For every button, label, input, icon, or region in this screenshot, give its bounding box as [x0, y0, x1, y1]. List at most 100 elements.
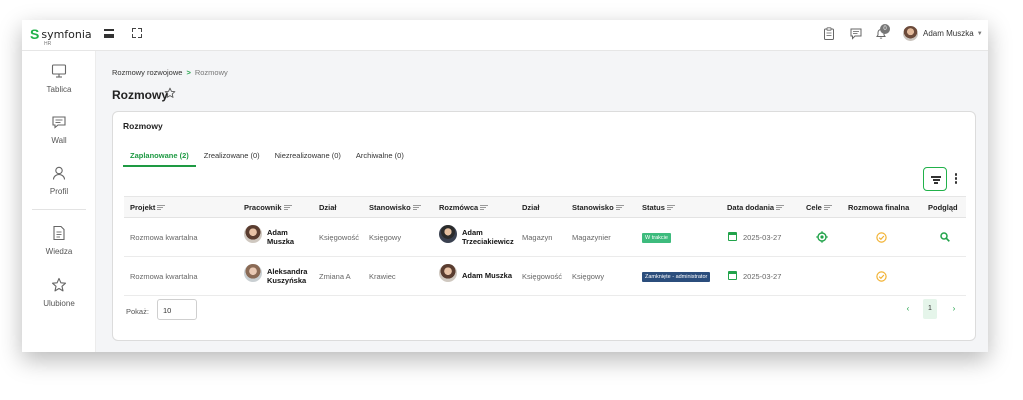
column-header-stanowisko[interactable]: Stanowisko	[369, 203, 421, 212]
column-header-rozmowa-finalna: Rozmowa finalna	[848, 203, 910, 212]
breadcrumb: Rozmowy rozwojowe > Rozmowy	[112, 68, 228, 77]
current-page-button[interactable]: 1	[923, 299, 937, 319]
check-circle-icon	[876, 232, 887, 243]
sidebar-item-profil[interactable]: Profil	[22, 165, 96, 196]
top-bar: S symfonia HR 0 Adam Muszka ▼	[22, 20, 988, 51]
sidebar-item-ulubione[interactable]: Ulubione	[22, 277, 96, 308]
star-icon	[51, 277, 67, 292]
tab-archiwalne[interactable]: Archiwalne (0)	[349, 147, 411, 167]
avatar	[244, 264, 262, 282]
cell-stanowisko: Krawiec	[369, 272, 396, 281]
table-header: Projekt Pracownik Dział Stanowisko Rozmó…	[124, 197, 966, 218]
column-header-rozmowca[interactable]: Rozmówca	[439, 203, 489, 212]
conversations-table: Projekt Pracownik Dział Stanowisko Rozmó…	[124, 196, 966, 298]
tabs: Zaplanowane (2) Zrealizowane (0) Niezrea…	[123, 147, 412, 167]
user-icon	[52, 166, 66, 180]
cell-stanowisko: Księgowy	[369, 233, 402, 242]
more-options-icon[interactable]	[954, 173, 958, 185]
column-header-status[interactable]: Status	[642, 203, 675, 212]
column-header-data-dodania[interactable]: Data dodania	[727, 203, 785, 212]
cell-dzial-rozmowcy: Księgowość	[522, 272, 563, 281]
card-title: Rozmowy	[123, 121, 163, 131]
check-circle-icon	[876, 271, 887, 282]
sort-icon	[480, 204, 489, 212]
document-icon	[53, 225, 65, 241]
cell-data-dodania: 2025-03-27	[743, 233, 782, 242]
next-page-button[interactable]: ›	[947, 299, 961, 319]
sidebar-item-label: Ulubione	[43, 299, 75, 308]
sort-icon	[283, 204, 292, 212]
cell-rozmowca[interactable]: Adam Trzeciakiewicz	[462, 228, 514, 246]
column-header-stanowisko-rozmowcy[interactable]: Stanowisko	[572, 203, 624, 212]
column-header-cele[interactable]: Cele	[806, 203, 832, 212]
sort-icon	[615, 204, 624, 212]
breadcrumb-parent-link[interactable]: Rozmowy rozwojowe	[112, 68, 182, 77]
cell-projekt: Rozmowa kwartalna	[130, 272, 198, 281]
tab-zaplanowane[interactable]: Zaplanowane (2)	[123, 147, 196, 167]
sidebar-item-wall[interactable]: Wall	[22, 114, 96, 145]
app-window: S symfonia HR 0 Adam Muszka ▼ Tablica Wa…	[22, 20, 988, 352]
cell-pracownik[interactable]: Adam Muszka	[267, 228, 294, 246]
page-title: Rozmowy	[112, 88, 169, 102]
column-header-pracownik[interactable]: Pracownik	[244, 203, 292, 212]
message-icon[interactable]	[850, 27, 862, 40]
tab-niezrealizowane[interactable]: Niezrealizowane (0)	[268, 147, 348, 167]
user-menu[interactable]: Adam Muszka ▼	[903, 26, 983, 41]
table-row[interactable]: Rozmowa kwartalna Aleksandra Kuszyńska Zm…	[124, 257, 966, 296]
monitor-icon	[51, 64, 67, 78]
cell-data-dodania: 2025-03-27	[743, 272, 782, 281]
table-row[interactable]: Rozmowa kwartalna Adam Muszka Księgowość …	[124, 218, 966, 257]
sort-icon	[412, 204, 421, 212]
conversations-card: Rozmowy Zaplanowane (2) Zrealizowane (0)…	[112, 111, 976, 341]
sidebar-item-tablica[interactable]: Tablica	[22, 63, 96, 94]
page-size-label: Pokaż:	[126, 307, 149, 316]
logo-text: symfonia	[41, 27, 92, 41]
cell-stanowisko-rozmowcy: Magazynier	[572, 233, 611, 242]
sidebar-item-label: Wiedza	[45, 247, 73, 256]
sidebar-item-wiedza[interactable]: Wiedza	[22, 225, 96, 256]
sidebar-item-label: Profil	[49, 187, 69, 196]
sidebar-item-label: Tablica	[46, 85, 72, 94]
menu-icon[interactable]	[104, 29, 114, 38]
filter-button[interactable]	[923, 167, 947, 191]
sort-icon	[776, 204, 785, 212]
cell-dzial: Zmiana A	[319, 272, 351, 281]
chevron-down-icon: ▼	[976, 30, 983, 37]
sidebar-divider	[32, 209, 86, 210]
user-name: Adam Muszka	[923, 29, 974, 38]
avatar	[244, 225, 262, 243]
sort-icon	[666, 204, 675, 212]
logo-mark-icon: S	[30, 26, 40, 42]
calendar-icon	[728, 271, 737, 280]
column-header-dzial: Dział	[319, 203, 337, 212]
sort-icon	[823, 204, 832, 212]
notification-badge: 0	[880, 24, 890, 34]
favorite-star-icon[interactable]	[164, 87, 176, 99]
avatar	[439, 264, 457, 282]
cell-pracownik[interactable]: Aleksandra Kuszyńska	[267, 267, 307, 285]
avatar	[903, 26, 918, 41]
clipboard-icon[interactable]	[823, 27, 835, 40]
sort-icon	[157, 204, 166, 212]
status-badge: Zamknięte - administrator	[642, 272, 711, 282]
logo-subtitle: HR	[44, 41, 52, 47]
tab-zrealizowane[interactable]: Zrealizowane (0)	[197, 147, 267, 167]
page-size-input[interactable]: 10	[157, 299, 197, 320]
fullscreen-icon[interactable]	[132, 28, 142, 38]
cell-dzial: Księgowość	[319, 233, 360, 242]
sidebar-item-label: Wall	[51, 136, 67, 145]
status-badge: W trakcie	[642, 233, 671, 243]
sidebar: Tablica Wall Profil Wiedza Ulubione	[22, 51, 96, 352]
breadcrumb-current: Rozmowy	[194, 68, 228, 77]
target-icon[interactable]	[816, 231, 828, 243]
avatar	[439, 225, 457, 243]
logo[interactable]: S symfonia HR	[30, 26, 92, 47]
chat-icon	[52, 116, 66, 129]
cell-dzial-rozmowcy: Magazyn	[522, 233, 553, 242]
search-icon[interactable]	[940, 232, 950, 242]
cell-rozmowca[interactable]: Adam Muszka	[462, 271, 512, 280]
column-header-dzial-rozmowcy: Dział	[522, 203, 540, 212]
column-header-podglad: Podgląd	[928, 203, 958, 212]
column-header-projekt[interactable]: Projekt	[130, 203, 166, 212]
prev-page-button[interactable]: ‹	[901, 299, 915, 319]
